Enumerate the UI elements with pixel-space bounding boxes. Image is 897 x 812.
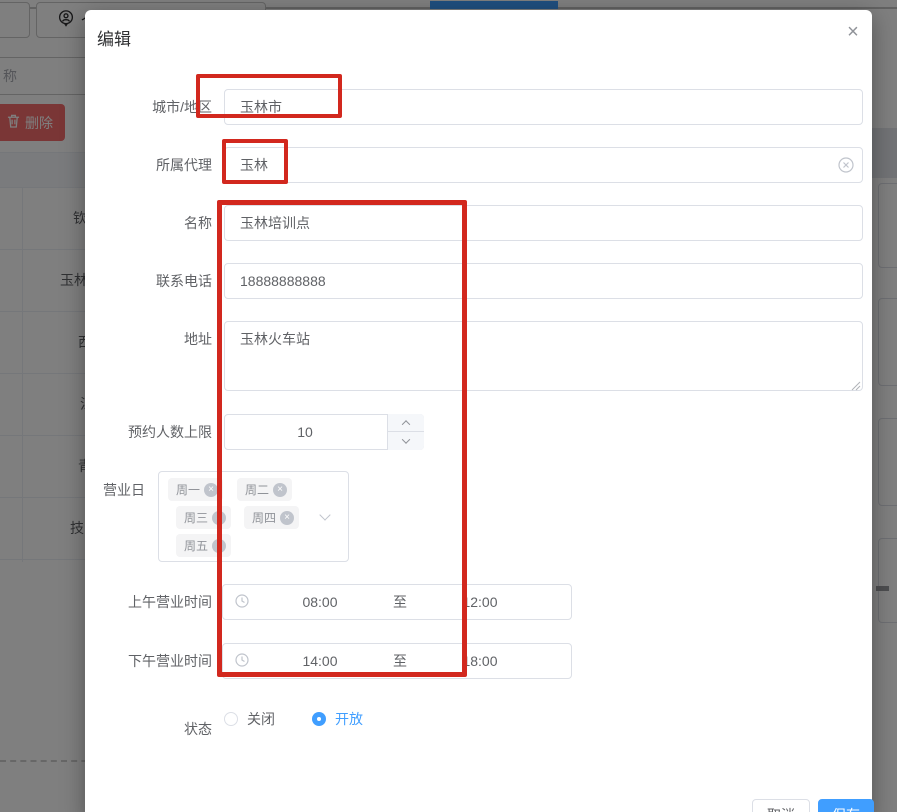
time-separator: 至 <box>391 592 409 612</box>
close-icon[interactable]: × <box>841 20 865 44</box>
address-label: 地址 <box>85 321 212 357</box>
address-textarea[interactable]: 玉林火车站 <box>224 321 863 391</box>
radio-open-label[interactable]: 开放 <box>335 705 363 733</box>
day-tag-label: 周五 <box>184 537 208 554</box>
tag-remove-icon[interactable]: × <box>212 511 226 525</box>
capacity-label: 预约人数上限 <box>85 414 212 450</box>
morning-start-time[interactable]: 08:00 <box>249 594 391 610</box>
afternoon-end-time[interactable]: 18:00 <box>409 653 551 669</box>
radio-open[interactable] <box>312 712 326 726</box>
radio-closed[interactable] <box>224 712 238 726</box>
cancel-button[interactable]: 取消 <box>752 799 810 812</box>
day-tag[interactable]: 周二 × <box>237 478 292 501</box>
morning-time-range[interactable]: 08:00 至 12:00 <box>222 584 572 620</box>
chevron-up-icon <box>402 420 410 428</box>
agent-label: 所属代理 <box>85 147 212 183</box>
day-tag[interactable]: 周一 × <box>168 478 223 501</box>
name-input[interactable] <box>224 205 863 241</box>
morning-end-time[interactable]: 12:00 <box>409 594 551 610</box>
edit-dialog: 编辑 × 城市/地区 所属代理 名称 联系电话 地址 玉林火车站 预约人数 <box>85 10 872 812</box>
city-label: 城市/地区 <box>85 89 212 125</box>
agent-input[interactable] <box>224 147 863 183</box>
chevron-down-icon <box>402 435 410 443</box>
afternoon-time-range[interactable]: 14:00 至 18:00 <box>222 643 572 679</box>
day-tag-label: 周一 <box>176 481 200 498</box>
phone-input[interactable] <box>224 263 863 299</box>
day-tag[interactable]: 周四 × <box>244 506 299 529</box>
day-tag-label: 周二 <box>245 481 269 498</box>
name-label: 名称 <box>85 205 212 241</box>
save-button[interactable]: 保存 <box>818 799 874 812</box>
day-tag[interactable]: 周五 × <box>176 534 231 557</box>
business-days-label: 营业日 <box>85 471 145 509</box>
business-days-select[interactable]: 周一 × 周二 × 周三 × 周四 × 周五 × <box>158 471 349 562</box>
day-tag[interactable]: 周三 × <box>176 506 231 529</box>
chevron-down-icon <box>319 509 330 520</box>
stepper-decrease-button[interactable] <box>388 432 424 450</box>
radio-closed-label[interactable]: 关闭 <box>247 705 275 733</box>
tag-remove-icon[interactable]: × <box>273 483 287 497</box>
morning-hours-label: 上午营业时间 <box>85 584 212 620</box>
afternoon-start-time[interactable]: 14:00 <box>249 653 391 669</box>
time-separator: 至 <box>391 651 409 671</box>
clear-icon[interactable] <box>838 157 854 178</box>
day-tag-label: 周四 <box>252 509 276 526</box>
tag-remove-icon[interactable]: × <box>280 511 294 525</box>
resize-handle-icon[interactable] <box>850 378 861 396</box>
capacity-stepper <box>387 414 424 450</box>
dialog-title: 编辑 <box>97 25 131 50</box>
status-label: 状态 <box>85 711 212 747</box>
afternoon-hours-label: 下午营业时间 <box>85 643 212 679</box>
clock-icon <box>235 653 249 670</box>
tag-remove-icon[interactable]: × <box>212 539 226 553</box>
city-input[interactable] <box>224 89 863 125</box>
screen: 个 称 删除 名 钦 玉林 西 江 青 技 <box>0 0 897 812</box>
tag-remove-icon[interactable]: × <box>204 483 218 497</box>
clock-icon <box>235 594 249 611</box>
phone-label: 联系电话 <box>85 263 212 299</box>
stepper-increase-button[interactable] <box>388 414 424 432</box>
day-tag-label: 周三 <box>184 509 208 526</box>
